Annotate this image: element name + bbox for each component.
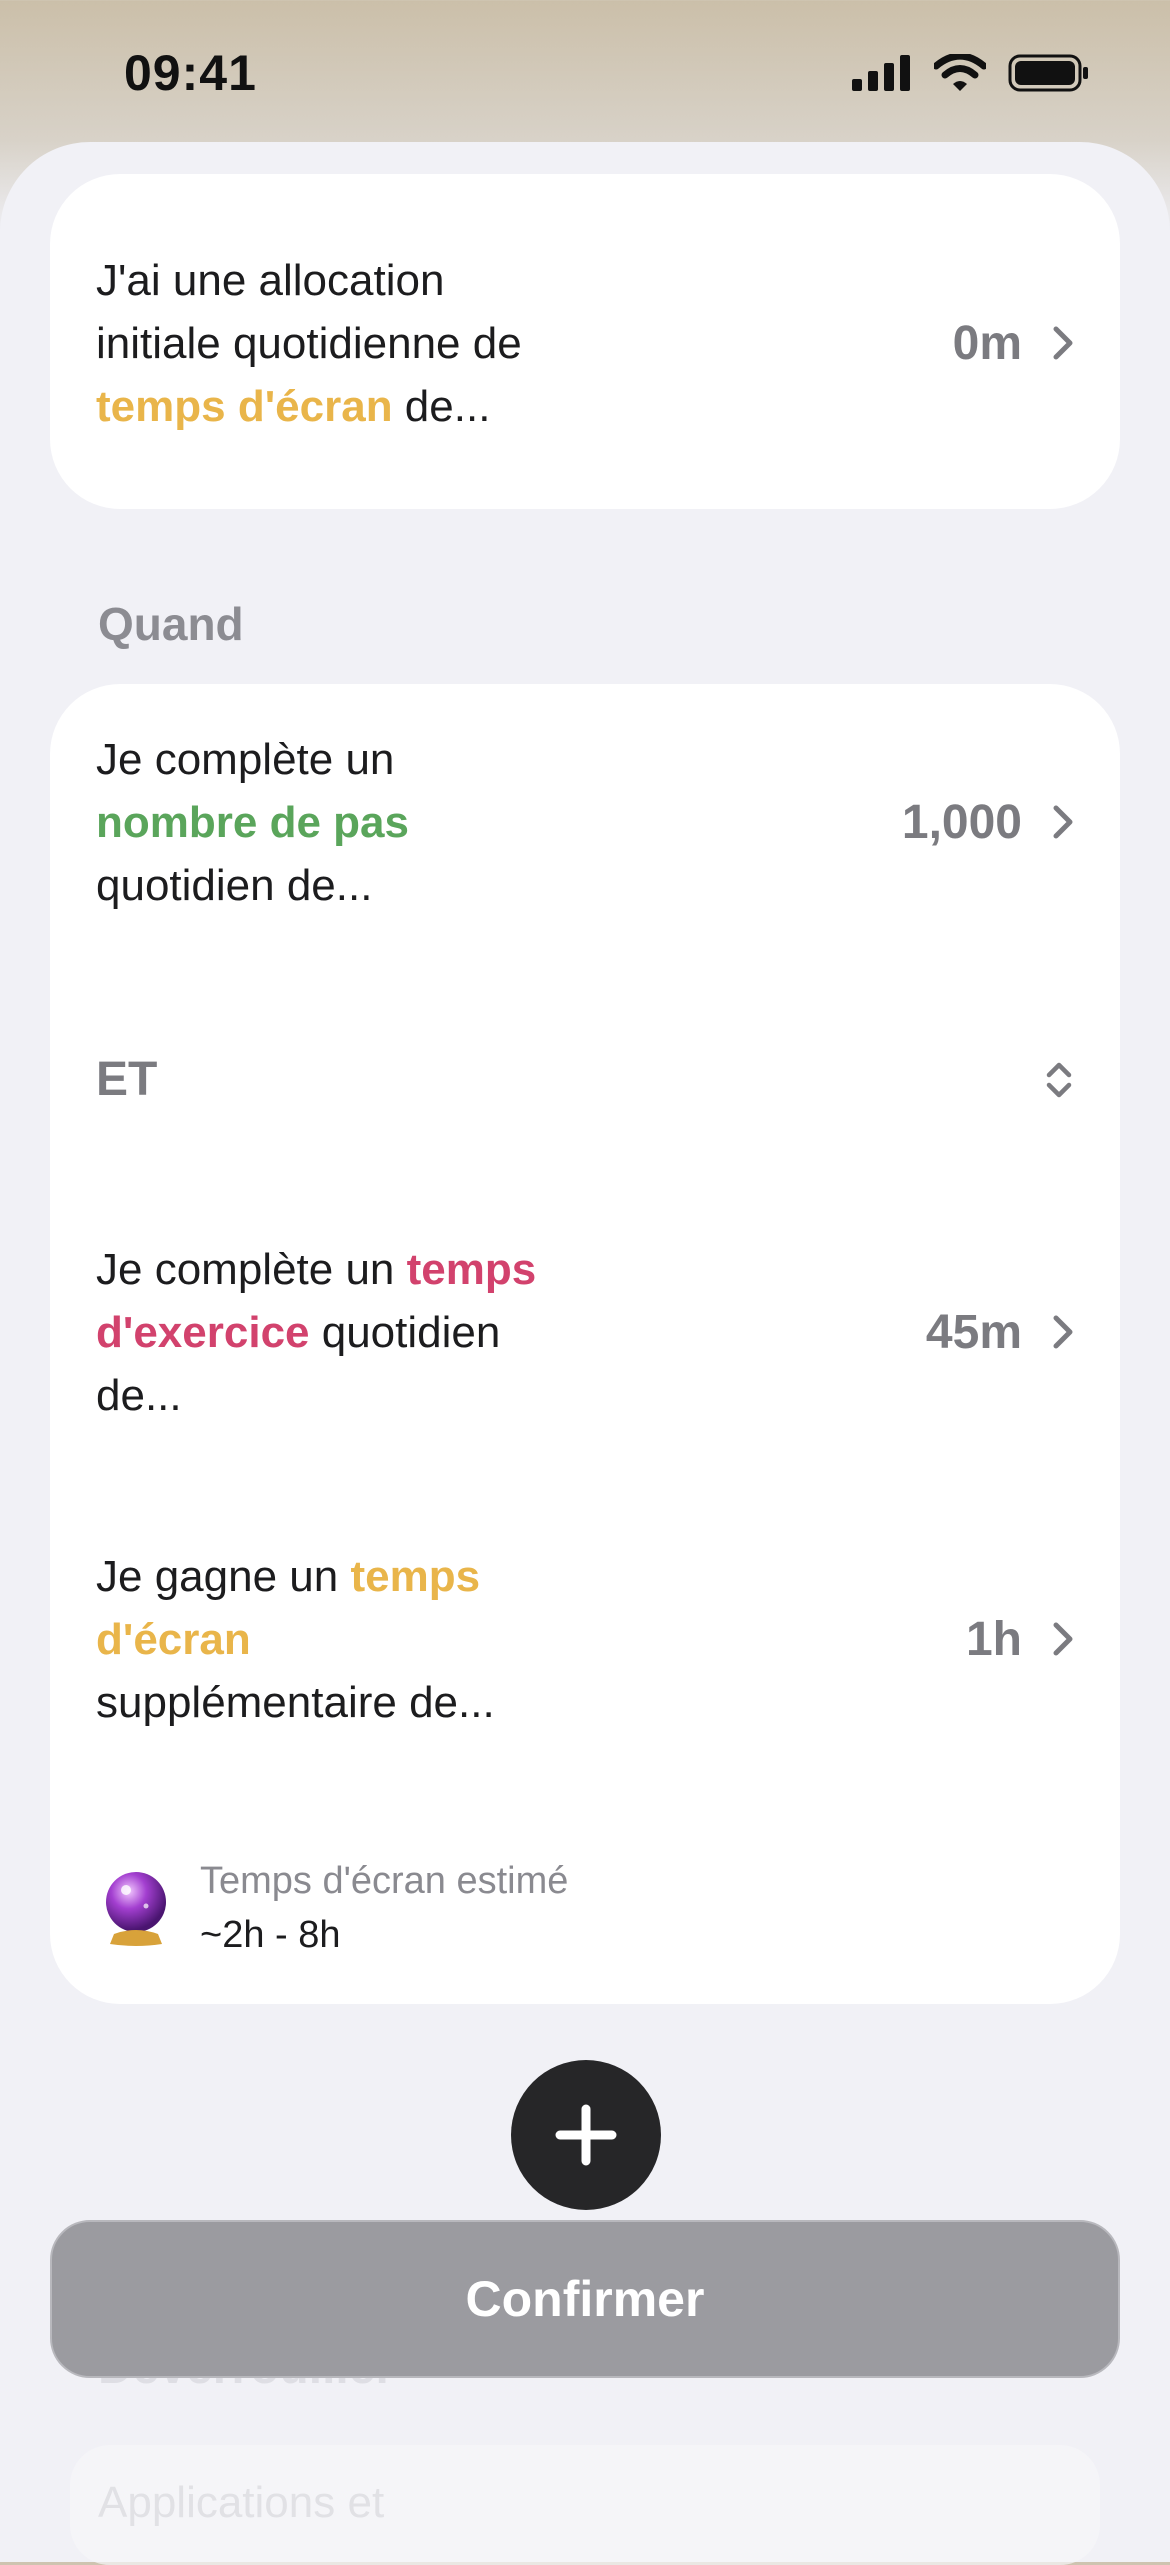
- exercise-text-before: Je complète un: [96, 1244, 407, 1294]
- faded-apps-item: Applications et: [98, 2478, 385, 2527]
- reward-value[interactable]: 1h: [966, 1612, 1074, 1667]
- operator-selector[interactable]: ET: [96, 1052, 1074, 1107]
- steps-value-text: 1,000: [901, 795, 1022, 849]
- steps-text-after: quotidien de...: [96, 860, 373, 910]
- cellular-signal-icon: [852, 55, 910, 91]
- steps-highlight: nombre de pas: [96, 797, 409, 847]
- steps-text: Je complète un nombre de pas quotidien d…: [96, 728, 556, 917]
- condition-exercise-row[interactable]: Je complète un temps d'exercice quotidie…: [96, 1232, 1074, 1432]
- add-condition-button[interactable]: [511, 2060, 661, 2210]
- reward-value-text: 1h: [965, 1612, 1022, 1666]
- status-bar: 09:41: [0, 0, 1170, 150]
- status-time: 09:41: [124, 45, 257, 101]
- allocation-card: J'ai une allocation initiale quotidienne…: [50, 174, 1120, 509]
- estimate-title: Temps d'écran estimé: [200, 1860, 569, 1902]
- reward-text-before: Je gagne un: [96, 1551, 351, 1601]
- plus-icon: [555, 2104, 617, 2166]
- operator-label: ET: [96, 1053, 158, 1106]
- battery-icon: [1008, 54, 1088, 92]
- reward-text: Je gagne un temps d'écran supplémentaire…: [96, 1545, 556, 1734]
- steps-text-before: Je complète un: [96, 734, 395, 784]
- estimate-value: ~2h - 8h: [200, 1914, 341, 1956]
- chevron-right-icon: [1053, 326, 1073, 360]
- reward-row[interactable]: Je gagne un temps d'écran supplémentaire…: [96, 1509, 1074, 1769]
- allocation-row[interactable]: J'ai une allocation initiale quotidienne…: [96, 218, 1074, 468]
- exercise-value-text: 45m: [925, 1305, 1022, 1359]
- allocation-text: J'ai une allocation initiale quotidienne…: [96, 249, 556, 438]
- wifi-icon: [934, 54, 986, 91]
- section-when-label: Quand: [98, 598, 244, 650]
- allocation-value[interactable]: 0m: [953, 316, 1074, 371]
- exercise-text: Je complète un temps d'exercice quotidie…: [96, 1238, 556, 1427]
- confirm-button[interactable]: Confirmer: [50, 2220, 1120, 2378]
- exercise-value[interactable]: 45m: [926, 1305, 1074, 1360]
- steps-value[interactable]: 1,000: [902, 795, 1074, 850]
- allocation-value-text: 0m: [952, 316, 1022, 370]
- chevron-right-icon: [1053, 805, 1073, 839]
- status-icons: [852, 54, 1090, 92]
- condition-steps-row[interactable]: Je complète un nombre de pas quotidien d…: [96, 722, 1074, 922]
- conditions-card: Je complète un nombre de pas quotidien d…: [50, 684, 1120, 2004]
- allocation-highlight: temps d'écran: [96, 381, 393, 431]
- allocation-text-before: J'ai une allocation initiale quotidienne…: [96, 255, 522, 368]
- estimate-block: Temps d'écran estimé ~2h - 8h: [100, 1854, 568, 1962]
- confirm-label: Confirmer: [465, 2271, 705, 2327]
- chevron-right-icon: [1053, 1315, 1073, 1349]
- reward-text-after: supplémentaire de...: [96, 1677, 495, 1727]
- chevron-up-down-icon: [1046, 1062, 1072, 1097]
- crystal-ball-icon: [106, 1872, 166, 1946]
- chevron-right-icon: [1053, 1622, 1073, 1656]
- allocation-text-after: de...: [392, 381, 491, 431]
